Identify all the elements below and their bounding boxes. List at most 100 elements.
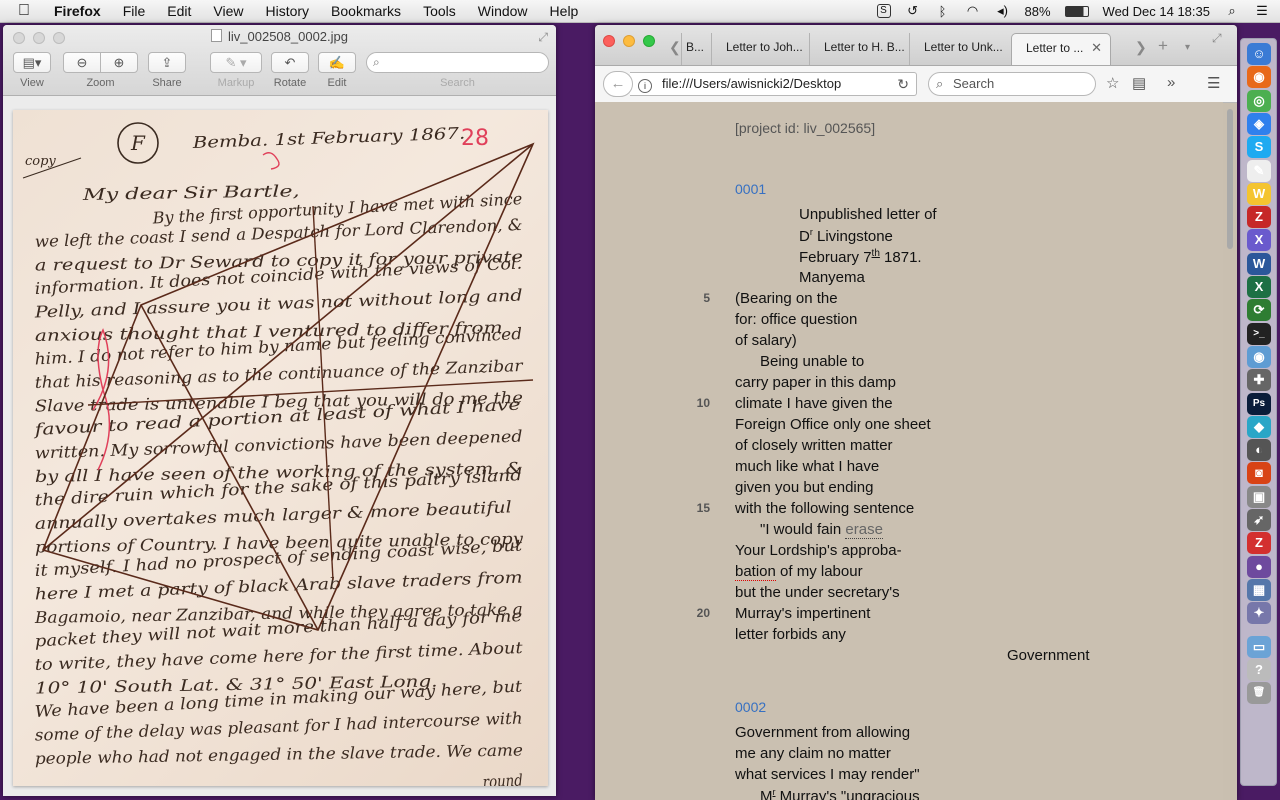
utilities-icon[interactable]: ✚ (1247, 369, 1271, 392)
sidebar-icon: ▤▾ (22, 55, 42, 70)
view-button[interactable]: ▤▾ (13, 52, 51, 73)
firefox-window: ❮ B... Letter to Joh... Letter to H. B..… (595, 25, 1237, 800)
back-arrow-icon: ← (610, 75, 626, 92)
tab-0[interactable]: B... (681, 33, 709, 65)
tab-list-icon[interactable]: ▾ (1185, 42, 1190, 53)
safari-icon[interactable]: ◈ (1247, 112, 1271, 135)
section-link-0002[interactable]: 0002 (735, 699, 766, 715)
text-line: (Bearing on the (735, 290, 838, 307)
folder-icon[interactable]: ▭ (1247, 635, 1271, 658)
text-line: February 7th 1871. (799, 248, 922, 266)
letter-line: My dear Sir Bartle, (81, 181, 299, 204)
tab-3[interactable]: Letter to Unk... (909, 33, 1011, 65)
markup-button[interactable]: ✎ ▾ (210, 52, 262, 73)
minimize-button[interactable] (623, 35, 635, 47)
bookmarks-library-icon[interactable]: ▤ (1132, 74, 1146, 92)
search-input[interactable]: ⌕ Search (928, 72, 1096, 96)
filezilla-icon[interactable]: Z (1247, 206, 1271, 229)
zoom-window-button[interactable] (643, 35, 655, 47)
x11-icon[interactable]: X (1247, 229, 1271, 252)
menu-tools[interactable]: Tools (423, 3, 456, 19)
photoshop-icon[interactable]: Ps (1247, 392, 1271, 415)
word-icon[interactable]: W (1247, 252, 1271, 275)
rocket-icon[interactable]: ➶ (1247, 509, 1271, 531)
share-button[interactable]: ⇪ (148, 52, 186, 73)
apple-icon[interactable]:  (18, 2, 38, 20)
menu-edit[interactable]: Edit (167, 3, 191, 19)
menu-help[interactable]: Help (550, 3, 579, 19)
finder-icon[interactable]: ☺ (1247, 43, 1271, 65)
scrollbar-thumb[interactable] (1227, 109, 1233, 249)
erase-annotation[interactable]: erase (845, 521, 883, 539)
sourcetree-icon[interactable]: ◆ (1247, 415, 1271, 438)
tab-scroll-left-icon[interactable]: ❮ (669, 39, 681, 56)
menu-window[interactable]: Window (478, 3, 528, 19)
gimp-icon[interactable]: ◐ (1247, 439, 1271, 462)
spotlight-icon[interactable]: ⌕ (1224, 3, 1240, 19)
text-line: Your Lordship's approba- (735, 542, 902, 559)
trash-icon[interactable]: 🗑 (1247, 682, 1271, 705)
chrome-icon[interactable]: ◎ (1247, 89, 1271, 112)
search-icon: ⌕ (936, 76, 944, 91)
new-tab-icon[interactable]: + (1158, 36, 1168, 56)
wifi-icon[interactable]: ◠ (965, 3, 981, 19)
fullscreen-icon[interactable]: ⤢ (538, 30, 548, 45)
tab-1[interactable]: Letter to Joh... (711, 33, 809, 65)
notification-center-icon[interactable]: ☰ (1254, 3, 1270, 19)
zoom-in-button[interactable]: ⊕ (100, 52, 138, 73)
photobooth-icon[interactable]: ◙ (1247, 462, 1271, 485)
hamburger-menu-icon[interactable]: ☰ (1207, 74, 1220, 92)
menu-view[interactable]: View (213, 3, 243, 19)
github-icon[interactable]: ● (1247, 555, 1271, 578)
info-icon[interactable]: i (638, 79, 652, 93)
url-bar[interactable]: i file:///Users/awisnicki2/Desktop ↻ (630, 72, 917, 96)
zotero-icon[interactable]: Z (1247, 532, 1271, 555)
spellcheck-word[interactable]: bation (735, 563, 776, 581)
tab-close-icon[interactable]: ✕ (1091, 34, 1102, 62)
overflow-chevron-icon[interactable]: » (1167, 74, 1175, 91)
sync-icon[interactable]: ⟳ (1247, 299, 1271, 322)
zoom-out-button[interactable]: ⊖ (63, 52, 101, 73)
firefox-icon[interactable]: ◉ (1247, 66, 1271, 89)
zoom-label: Zoom (86, 77, 115, 89)
textedit-icon[interactable]: ✎ (1247, 159, 1271, 182)
battery-icon[interactable] (1064, 5, 1089, 17)
s-icon[interactable]: S (876, 4, 891, 18)
preview-search-input[interactable]: ⌕ (366, 52, 549, 73)
time-machine-icon[interactable]: ↺ (905, 3, 921, 19)
menu-file[interactable]: File (123, 3, 146, 19)
rotate-button[interactable]: ↶ (271, 52, 309, 73)
bookmark-star-icon[interactable]: ☆ (1106, 74, 1119, 92)
stuffit-icon[interactable]: W (1247, 182, 1271, 205)
excel-icon[interactable]: X (1247, 276, 1271, 298)
fullscreen-icon[interactable]: ⤢ (1212, 31, 1222, 46)
letter-line: round (482, 770, 523, 786)
skype-icon[interactable]: S (1247, 136, 1271, 159)
close-button[interactable] (603, 35, 615, 47)
help-icon[interactable]: ? (1247, 658, 1271, 681)
tab-scroll-right-icon[interactable]: ❯ (1135, 39, 1147, 56)
tab-2[interactable]: Letter to H. B... (809, 33, 909, 65)
volume-icon[interactable]: ◂) (995, 3, 1011, 19)
page-scrollbar[interactable] (1225, 105, 1235, 795)
network-icon[interactable]: ◉ (1247, 345, 1271, 368)
text-line: Mr Murray's "ungracious (760, 787, 920, 800)
screenshot-icon[interactable]: ▣ (1247, 485, 1271, 508)
menu-app-name[interactable]: Firefox (54, 3, 101, 19)
preview-icon[interactable]: ▦ (1247, 578, 1271, 601)
text-line: of closely written matter (735, 437, 893, 454)
rotate-label: Rotate (273, 77, 307, 89)
url-text[interactable]: file:///Users/awisnicki2/Desktop (662, 76, 841, 91)
clock[interactable]: Wed Dec 14 18:35 (1103, 4, 1210, 19)
menu-history[interactable]: History (265, 3, 309, 19)
tab-active[interactable]: Letter to ... ✕ (1011, 33, 1111, 65)
back-button[interactable]: ← (603, 71, 633, 97)
terminal-icon[interactable]: >_ (1247, 322, 1271, 345)
section-link-0001[interactable]: 0001 (735, 181, 766, 197)
app-icon[interactable]: ✦ (1247, 602, 1271, 625)
menu-bookmarks[interactable]: Bookmarks (331, 3, 401, 19)
edit-button[interactable]: ✍ (318, 52, 356, 73)
battery-percent[interactable]: 88% (1025, 4, 1051, 19)
reload-icon[interactable]: ↻ (897, 73, 909, 95)
bluetooth-icon[interactable]: ᛒ (935, 4, 951, 19)
